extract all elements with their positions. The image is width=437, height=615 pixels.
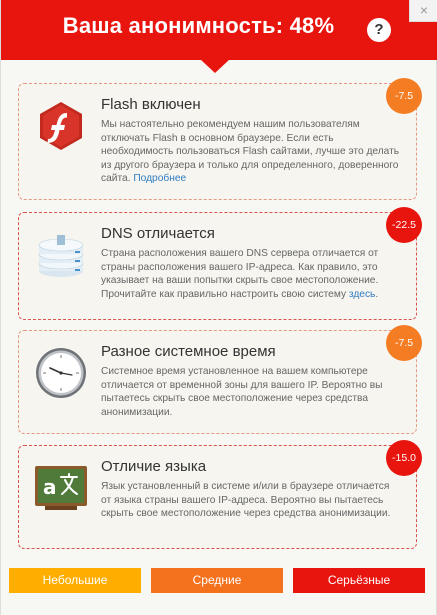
- settings-link[interactable]: здесь: [349, 289, 375, 300]
- server-icon: [31, 225, 91, 285]
- card-description-suffix: .: [375, 288, 379, 300]
- anonymity-panel: Ваша анонимность: 48% ? × Flash включен …: [0, 0, 437, 615]
- clock-icon: [31, 343, 91, 403]
- filter-medium-button[interactable]: Средние: [151, 568, 283, 593]
- issue-card-flash: Flash включен Мы настоятельно рекомендуе…: [18, 78, 422, 200]
- svg-text:a: a: [43, 475, 57, 499]
- help-button[interactable]: ?: [367, 18, 391, 42]
- card-description: Страна расположения вашего DNS сервера о…: [101, 247, 401, 301]
- issue-card-time: Разное системное время Системное время у…: [18, 325, 422, 434]
- card-title: Разное системное время: [101, 343, 276, 360]
- penalty-badge: -7.5: [386, 78, 422, 114]
- filter-serious-button[interactable]: Серьёзные: [293, 568, 425, 593]
- issue-card-dns: DNS отличается Страна расположения вашег…: [18, 207, 422, 320]
- card-description: Язык установленный в системе и/или в бра…: [101, 481, 391, 520]
- penalty-badge: -7.5: [386, 325, 422, 361]
- card-description: Мы настоятельно рекомендуем нашим пользо…: [101, 118, 401, 186]
- card-title: Отличие языка: [101, 458, 207, 475]
- more-link[interactable]: Подробнее: [133, 173, 186, 184]
- card-title: Flash включен: [101, 96, 201, 113]
- header-bar: Ваша анонимность: 48% ?: [1, 0, 437, 60]
- flash-icon: [31, 96, 91, 156]
- translate-icon: a: [31, 458, 91, 518]
- card-description: Системное время установленное на вашем к…: [101, 366, 383, 418]
- filter-minor-button[interactable]: Небольшие: [9, 568, 141, 593]
- close-button[interactable]: ×: [409, 0, 437, 22]
- card-title: DNS отличается: [101, 225, 215, 242]
- penalty-badge: -15.0: [386, 440, 422, 476]
- header-pointer: [200, 59, 230, 73]
- card-description-text: Страна расположения вашего DNS сервера о…: [101, 248, 379, 300]
- penalty-badge: -22.5: [386, 207, 422, 243]
- issue-card-language: a Отличие языка Язык установленный в сис…: [18, 440, 422, 549]
